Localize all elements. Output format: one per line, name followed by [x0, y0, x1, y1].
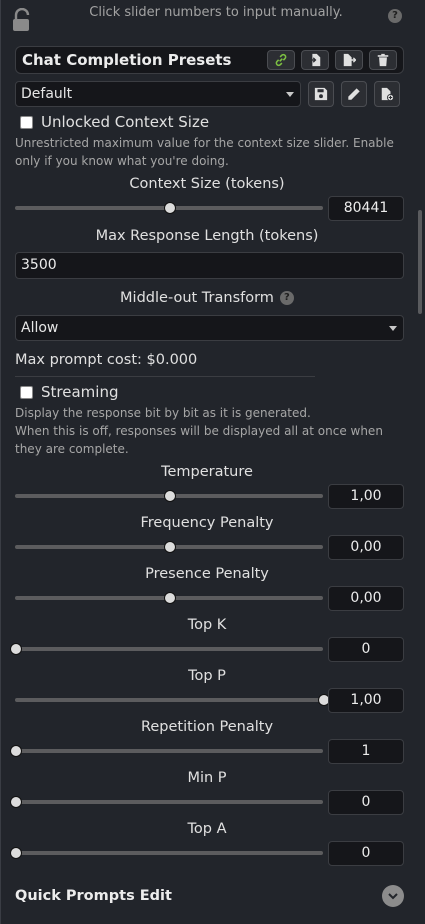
min-p-input[interactable]: 0: [328, 790, 404, 815]
top-k-label: Top K: [187, 617, 227, 633]
repetition-penalty-slider-thumb[interactable]: [10, 745, 22, 757]
max-prompt-cost: Max prompt cost: $0.000: [15, 352, 198, 368]
min-p-slider[interactable]: [15, 800, 323, 804]
save-icon: [314, 87, 328, 101]
repetition-penalty-input[interactable]: 1: [328, 739, 404, 764]
top-k-slider-thumb[interactable]: [10, 643, 22, 655]
new-preset-button[interactable]: [374, 81, 400, 107]
unlocked-context-checkbox[interactable]: [20, 116, 33, 129]
import-preset-button[interactable]: [301, 50, 329, 70]
top-k-slider[interactable]: [15, 647, 323, 651]
top-a-slider[interactable]: [15, 851, 323, 855]
frequency-penalty-slider-thumb[interactable]: [164, 541, 176, 553]
max-response-label: Max Response Length (tokens): [95, 228, 319, 244]
middle-out-label: Middle-out Transform?: [1, 290, 413, 306]
temperature-label: Temperature: [161, 464, 253, 480]
file-import-icon: [308, 53, 321, 67]
context-size-label: Context Size (tokens): [129, 176, 285, 192]
pencil-icon: [348, 88, 360, 100]
repetition-penalty-label: Repetition Penalty: [140, 719, 274, 735]
context-size-input[interactable]: 80441: [328, 196, 404, 221]
chevron-down-icon: [388, 893, 398, 900]
chevron-down-icon: [389, 326, 397, 331]
delete-preset-button[interactable]: [369, 50, 397, 70]
streaming-description: Display the response bit by bit as it is…: [15, 406, 383, 456]
presence-penalty-slider-thumb[interactable]: [164, 592, 176, 604]
scrollbar-thumb[interactable]: [418, 210, 422, 314]
slider-hint-text: Click slider numbers to input manually.: [89, 5, 343, 20]
rename-preset-button[interactable]: [341, 81, 367, 107]
link-icon: [275, 53, 287, 67]
presence-penalty-label: Presence Penalty: [145, 566, 269, 582]
repetition-penalty-slider[interactable]: [15, 749, 323, 753]
save-preset-button[interactable]: [308, 81, 334, 107]
top-a-input[interactable]: 0: [328, 841, 404, 866]
top-p-label: Top P: [188, 668, 226, 684]
streaming-checkbox[interactable]: [20, 386, 33, 399]
middle-out-select[interactable]: Allow: [15, 315, 404, 341]
help-icon[interactable]: ?: [279, 291, 294, 305]
streaming-label: Streaming: [41, 383, 119, 401]
help-icon[interactable]: ?: [388, 9, 402, 23]
divider: [15, 376, 315, 377]
presence-penalty-input[interactable]: 0,00: [328, 586, 404, 611]
preset-select[interactable]: Default: [15, 81, 301, 107]
presets-title: Chat Completion Presets: [22, 51, 232, 69]
top-k-input[interactable]: 0: [328, 637, 404, 662]
export-preset-button[interactable]: [335, 50, 363, 70]
top-p-slider[interactable]: [15, 698, 323, 702]
top-a-label: Top A: [187, 821, 227, 837]
settings-panel: Click slider numbers to input manually. …: [0, 0, 425, 924]
temperature-slider-thumb[interactable]: [164, 490, 176, 502]
context-size-slider-thumb[interactable]: [164, 202, 176, 214]
max-response-input[interactable]: 3500: [15, 252, 404, 279]
unlocked-context-label: Unlocked Context Size: [41, 113, 210, 131]
top-p-input[interactable]: 1,00: [328, 688, 404, 713]
chevron-down-icon: [286, 92, 294, 97]
trash-icon: [377, 53, 389, 67]
file-export-icon: [343, 53, 356, 67]
temperature-input[interactable]: 1,00: [328, 484, 404, 509]
file-add-icon: [381, 87, 394, 101]
unlocked-context-description: Unrestricted maximum value for the conte…: [15, 136, 394, 168]
expand-button[interactable]: [382, 885, 404, 907]
min-p-slider-thumb[interactable]: [10, 796, 22, 808]
frequency-penalty-input[interactable]: 0,00: [328, 535, 404, 560]
link-button[interactable]: [267, 50, 295, 70]
frequency-penalty-label: Frequency Penalty: [140, 515, 274, 531]
min-p-label: Min P: [187, 770, 227, 786]
scrollbar-track[interactable]: [417, 36, 423, 896]
presets-header: Chat Completion Presets: [15, 46, 404, 74]
top-a-slider-thumb[interactable]: [10, 847, 22, 859]
quick-prompts-title[interactable]: Quick Prompts Edit: [15, 888, 172, 904]
